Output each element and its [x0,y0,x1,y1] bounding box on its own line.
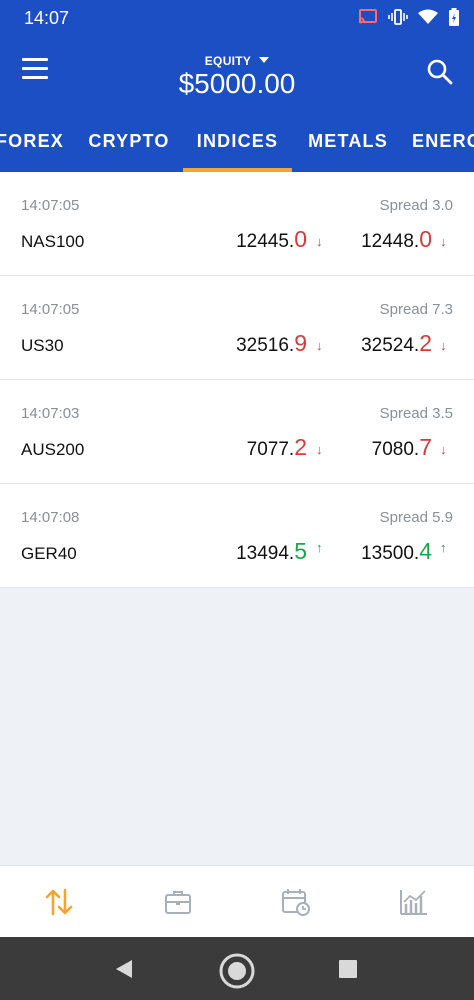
instrument-symbol: US30 [21,336,64,355]
home-icon[interactable] [217,951,257,991]
bid-price[interactable]: 13494.5 [236,538,307,565]
ask-price-last-digit: 4 [419,538,432,564]
ask-price[interactable]: 32524.2 [361,330,432,357]
equity-label: EQUITY [204,54,252,68]
equity-selector[interactable]: EQUITY [0,54,474,68]
arrow-up-icon: ↑ [316,540,323,555]
spread-value: Spread 3.0 [379,197,453,214]
bar-chart-icon [400,890,427,915]
ask-price-main: 32524. [361,335,420,356]
arrow-down-icon: ↓ [440,442,447,457]
bid-price-last-digit: 9 [294,330,307,356]
bid-price-last-digit: 0 [294,226,307,252]
quote-time: 14:07:08 [21,509,80,526]
bid-price-last-digit: 5 [294,538,307,564]
arrow-down-icon: ↓ [440,234,447,249]
status-bar: 14:07 [0,0,474,36]
ask-price-last-digit: 2 [419,330,432,356]
quote-time: 14:07:05 [21,197,80,214]
arrow-down-icon: ↓ [440,338,447,353]
calendar-clock-icon [282,889,310,916]
bottom-navigation [0,865,474,937]
wifi-icon [418,9,438,24]
quote-time: 14:07:03 [21,405,80,422]
instrument-symbol: GER40 [21,544,77,563]
ask-price[interactable]: 12448.0 [361,226,432,253]
status-icons [358,8,460,26]
search-icon [427,59,453,85]
tab-forex[interactable]: FOREX [0,118,66,172]
bid-price-main: 12445. [236,231,295,252]
nav-markets[interactable] [43,886,75,918]
ask-price[interactable]: 13500.4 [361,538,432,565]
cast-icon [359,9,377,24]
back-icon[interactable] [113,958,135,980]
bid-price[interactable]: 32516.9 [236,330,307,357]
bid-price[interactable]: 12445.0 [236,226,307,253]
spread-value: Spread 7.3 [379,301,453,318]
ask-price-last-digit: 7 [419,434,432,460]
bid-price-main: 32516. [236,335,295,356]
bid-price-last-digit: 2 [294,434,307,460]
app-header: 14:07 EQUITY $5000.00 FOREX CRYPTO INDIC… [0,0,474,172]
system-navigation-bar [0,937,474,1000]
spread-value: Spread 5.9 [379,509,453,526]
spread-value: Spread 3.5 [379,405,453,422]
instrument-row[interactable]: 14:07:03 Spread 3.5 AUS200 7077.2 ↓ 7080… [0,380,474,484]
vibrate-icon [388,9,408,25]
instrument-row[interactable]: 14:07:08 Spread 5.9 GER40 13494.5 ↑ 1350… [0,484,474,588]
ask-price[interactable]: 7080.7 [372,434,432,461]
tab-energy[interactable]: ENERGY [412,118,474,172]
arrow-down-icon: ↓ [316,442,323,457]
instrument-symbol: AUS200 [21,440,85,459]
ask-price-main: 7080. [371,439,420,460]
caret-down-icon [259,57,270,63]
nav-analytics[interactable] [398,886,430,918]
tab-indices[interactable]: INDICES [183,118,292,172]
instrument-row[interactable]: 14:07:05 Spread 7.3 US30 32516.9 ↓ 32524… [0,276,474,380]
battery-icon [449,8,459,26]
category-tabs: FOREX CRYPTO INDICES METALS ENERGY [0,118,474,172]
ask-price-main: 13500. [361,543,420,564]
quote-time: 14:07:05 [21,301,80,318]
bid-price-main: 7077. [246,439,295,460]
ask-price-last-digit: 0 [419,226,432,252]
tab-metals[interactable]: METALS [302,118,394,172]
status-time: 14:07 [24,8,70,28]
nav-portfolio[interactable] [162,886,194,918]
instrument-row[interactable]: 14:07:05 Spread 3.0 NAS100 12445.0 ↓ 124… [0,172,474,276]
arrow-down-icon: ↓ [316,234,323,249]
arrow-down-icon: ↓ [316,338,323,353]
bid-price-main: 13494. [236,543,295,564]
ask-price-main: 12448. [361,231,420,252]
briefcase-icon [165,891,191,914]
bid-price[interactable]: 7077.2 [247,434,307,461]
instrument-symbol: NAS100 [21,232,85,251]
search-button[interactable] [426,58,454,86]
recents-icon[interactable] [338,959,358,979]
instrument-list: 14:07:05 Spread 3.0 NAS100 12445.0 ↓ 124… [0,172,474,588]
arrow-up-icon: ↑ [440,540,447,555]
nav-history[interactable] [280,886,312,918]
tab-crypto[interactable]: CRYPTO [82,118,176,172]
sort-arrows-icon [45,888,73,916]
equity-value: $5000.00 [178,68,296,99]
